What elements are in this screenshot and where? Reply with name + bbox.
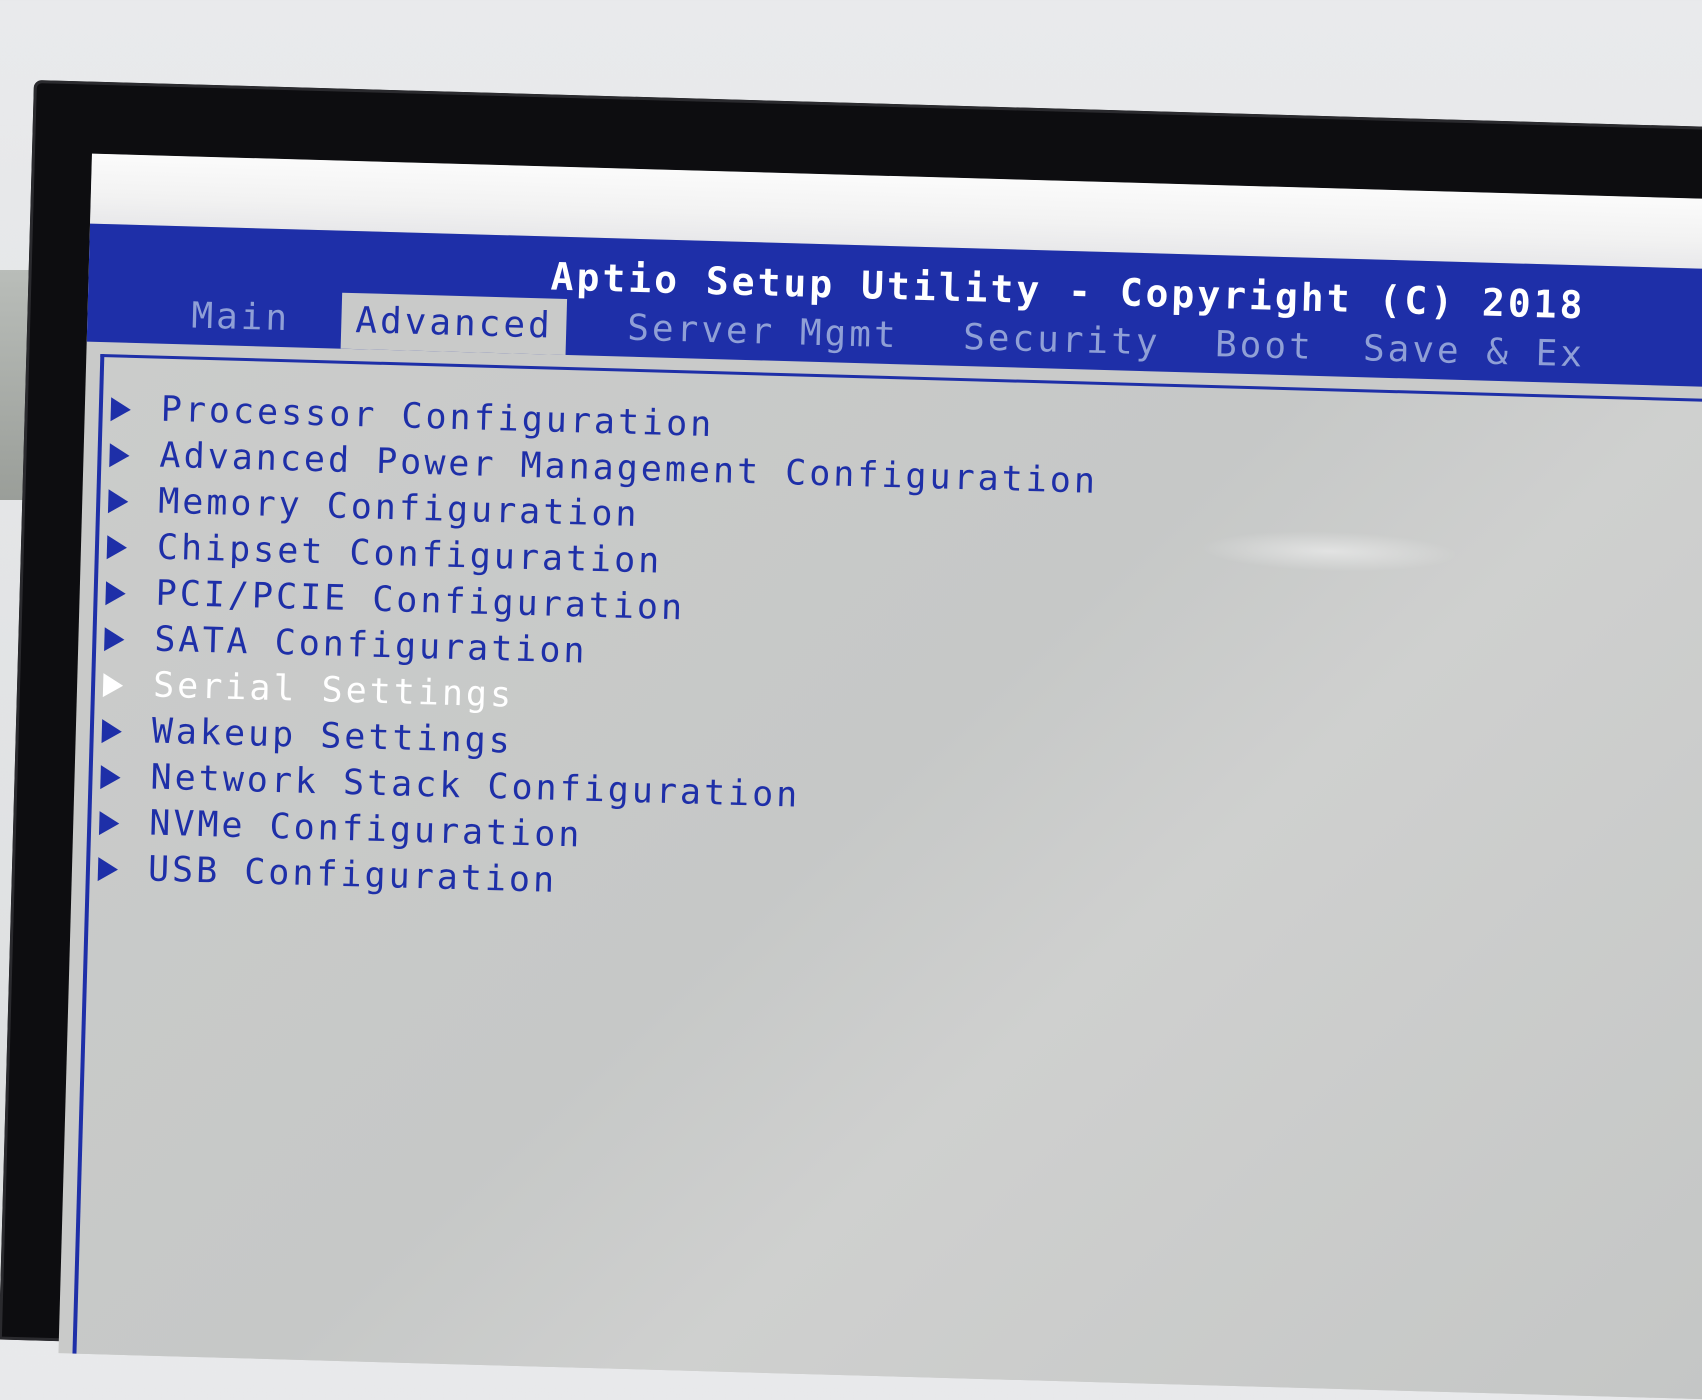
screen-reflection <box>1198 527 1460 575</box>
tab-security[interactable]: Security <box>948 310 1175 372</box>
triangle-right-icon <box>110 397 132 422</box>
menu-item-label: Serial Settings <box>152 665 515 716</box>
monitor-bezel: Aptio Setup Utility - Copyright (C) 2018… <box>0 80 1702 1400</box>
triangle-right-icon <box>97 857 119 882</box>
advanced-menu-list: Processor Configuration Advanced Power M… <box>89 385 1100 919</box>
triangle-right-icon <box>106 535 128 560</box>
tab-advanced[interactable]: Advanced <box>340 292 568 355</box>
triangle-right-icon <box>104 627 125 652</box>
triangle-right-icon <box>98 811 120 836</box>
triangle-right-icon <box>102 673 124 698</box>
advanced-menu-panel: Processor Configuration Advanced Power M… <box>72 353 1702 1400</box>
triangle-right-icon <box>105 581 127 606</box>
triangle-right-icon <box>100 765 121 790</box>
triangle-right-icon <box>101 719 123 744</box>
triangle-right-icon <box>109 443 130 468</box>
menu-item-label: USB Configuration <box>147 849 558 901</box>
menu-item-label: Wakeup Settings <box>151 711 514 762</box>
tab-boot[interactable]: Boot <box>1200 317 1328 377</box>
tab-server-mgmt[interactable]: Server Mgmt <box>613 300 914 364</box>
tab-main[interactable]: Main <box>177 288 305 348</box>
tab-save-exit[interactable]: Save & Ex <box>1348 321 1600 384</box>
bios-screen: Aptio Setup Utility - Copyright (C) 2018… <box>58 153 1702 1400</box>
triangle-right-icon <box>107 489 129 514</box>
